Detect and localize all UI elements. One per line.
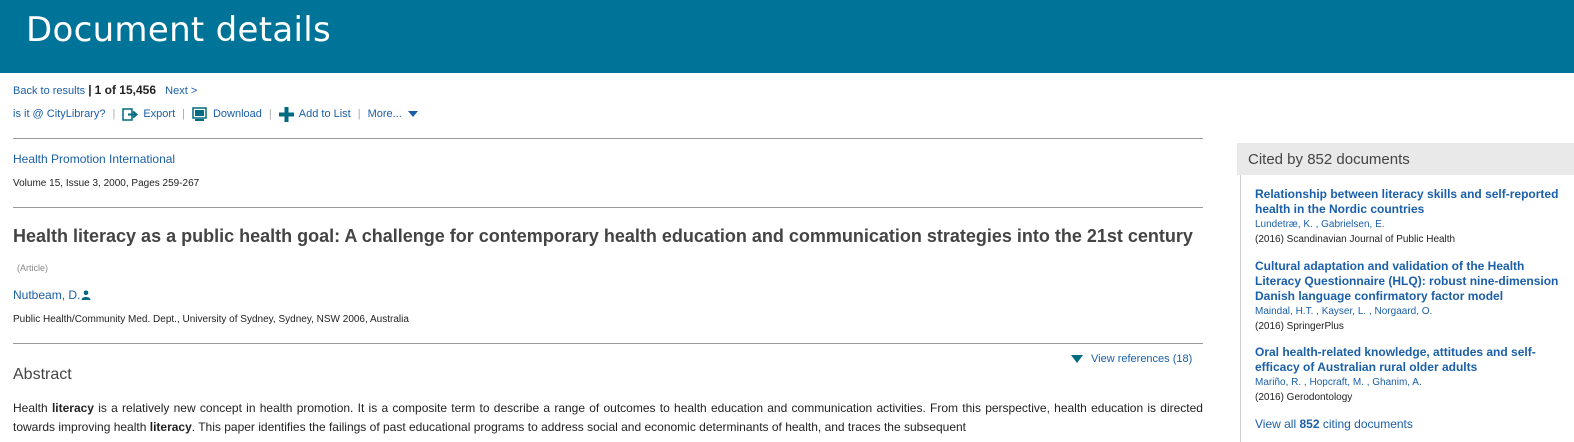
document-type: (Article) — [17, 263, 48, 273]
download-button[interactable]: Download — [192, 106, 262, 122]
author-affiliation: Public Health/Community Med. Dept., Univ… — [13, 314, 409, 325]
more-label: More... — [367, 108, 402, 120]
toolbar-divider: | — [357, 108, 361, 120]
citing-document-authors: Mariño, R. , Hopcraft, M. , Ghanim, A. — [1255, 377, 1422, 388]
cited-by-heading: Cited by 852 documents — [1248, 151, 1410, 168]
add-to-list-button[interactable]: Add to List — [278, 106, 351, 122]
page-header: Document details — [0, 0, 1574, 73]
divider — [13, 138, 1203, 139]
citing-author-link[interactable]: Lundetræ, K. — [1255, 219, 1313, 230]
view-all-citing-link[interactable]: View all 852 citing documents — [1255, 417, 1413, 431]
export-label: Export — [143, 108, 176, 120]
divider — [13, 207, 1203, 208]
view-references-link[interactable]: View references (18) — [1071, 353, 1192, 365]
abstract-highlight: literacy — [149, 420, 192, 434]
cited-by-list: Relationship between literacy skills and… — [1240, 175, 1574, 442]
citing-document-title[interactable]: Cultural adaptation and validation of th… — [1255, 259, 1570, 304]
library-link[interactable]: is it @ CityLibrary? — [13, 108, 105, 120]
toolbar-divider: | — [112, 108, 116, 120]
volume-info: Volume 15, Issue 3, 2000, Pages 259-267 — [13, 178, 200, 189]
toolbar-divider: | — [182, 108, 185, 120]
download-label: Download — [212, 108, 262, 120]
result-position: 1 of 15,456 — [94, 83, 156, 97]
abstract-heading: Abstract — [13, 366, 72, 383]
triangle-down-icon — [1071, 355, 1083, 363]
document-title-text: Health literacy as a public health goal:… — [13, 226, 1193, 246]
citing-document-title[interactable]: Oral health-related knowledge, attitudes… — [1255, 345, 1570, 375]
citing-author-link[interactable]: Norgaard, O. — [1375, 306, 1433, 317]
add-to-list-label: Add to List — [298, 108, 351, 120]
next-link[interactable]: Next > — [165, 85, 197, 97]
results-nav: Back to results | 1 of 15,456 Next > — [13, 83, 197, 97]
abstract-text: Health literacy is a relatively new conc… — [13, 399, 1203, 437]
author-link[interactable]: Nutbeam, D. — [13, 288, 91, 302]
view-all-count: 852 — [1299, 417, 1320, 431]
view-all-prefix: View all — [1255, 417, 1300, 431]
citing-document: Cultural adaptation and validation of th… — [1255, 259, 1570, 334]
document-toolbar: is it @ CityLibrary? | Export | Download… — [13, 105, 418, 123]
document-title: Health literacy as a public health goal:… — [13, 222, 1203, 283]
citing-author-link[interactable]: Hopcraft, M. — [1309, 377, 1363, 388]
author-name: Nutbeam, D. — [13, 288, 81, 302]
citing-document: Oral health-related knowledge, attitudes… — [1255, 345, 1570, 405]
citing-author-link[interactable]: Kayser, L. — [1322, 306, 1366, 317]
export-icon — [122, 107, 139, 121]
abstract-segment: Health — [13, 401, 52, 415]
divider — [13, 343, 1203, 344]
abstract-highlight: literacy — [51, 401, 94, 415]
citing-document-title[interactable]: Relationship between literacy skills and… — [1255, 187, 1570, 217]
back-to-results-link[interactable]: Back to results — [13, 85, 85, 97]
citing-document: Relationship between literacy skills and… — [1255, 187, 1570, 247]
citing-document-authors: Maindal, H.T. , Kayser, L. , Norgaard, O… — [1255, 306, 1433, 317]
more-menu[interactable]: More... — [368, 108, 418, 120]
view-references-label: View references (18) — [1091, 353, 1193, 365]
citing-document-source: (2016) SpringerPlus — [1255, 321, 1344, 332]
abstract-segment: . This paper identifies the failings of … — [191, 420, 967, 434]
citing-author-link[interactable]: Maindal, H.T. — [1255, 306, 1313, 317]
citing-author-link[interactable]: Ghanim, A. — [1372, 377, 1421, 388]
export-button[interactable]: Export — [122, 107, 176, 121]
chevron-down-icon — [407, 111, 418, 117]
view-all-suffix: citing documents — [1319, 417, 1413, 431]
toolbar-divider: | — [268, 108, 272, 120]
download-icon — [192, 106, 207, 121]
citing-document-source: (2016) Gerodontology — [1255, 392, 1353, 403]
author-profile-icon — [81, 290, 91, 300]
cited-by-header: Cited by 852 documents — [1237, 143, 1574, 175]
page-title: Document details — [26, 10, 332, 50]
nav-separator: | — [88, 83, 92, 97]
citing-document-source: (2016) Scandinavian Journal of Public He… — [1255, 234, 1456, 245]
journal-link[interactable]: Health Promotion International — [13, 152, 175, 166]
citing-author-link[interactable]: Gabrielsen, E. — [1321, 219, 1384, 230]
citing-author-link[interactable]: Mariño, R. — [1255, 377, 1301, 388]
citing-document-authors: Lundetræ, K. , Gabrielsen, E. — [1255, 219, 1385, 230]
add-icon — [278, 106, 294, 122]
